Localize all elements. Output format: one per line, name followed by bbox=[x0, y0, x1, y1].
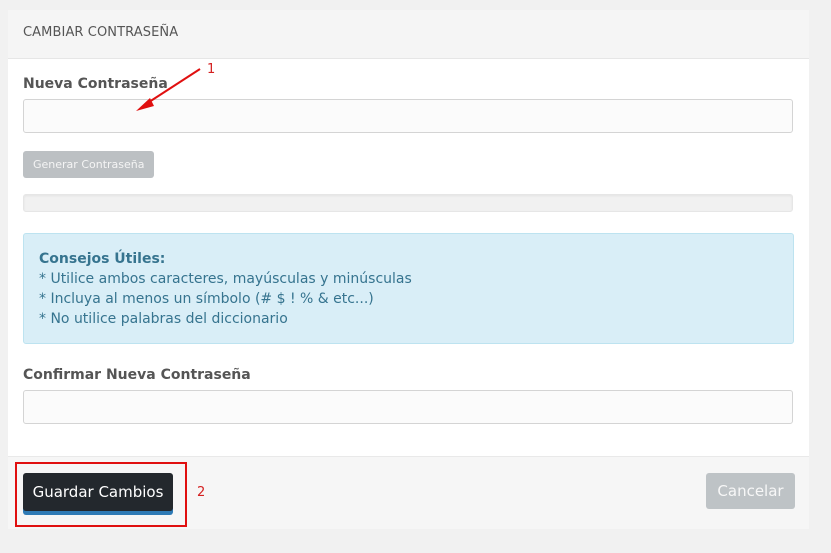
annotation-marker-1: 1 bbox=[207, 62, 216, 77]
annotation-marker-2: 2 bbox=[197, 485, 206, 500]
annotation-highlight-box bbox=[15, 462, 187, 527]
